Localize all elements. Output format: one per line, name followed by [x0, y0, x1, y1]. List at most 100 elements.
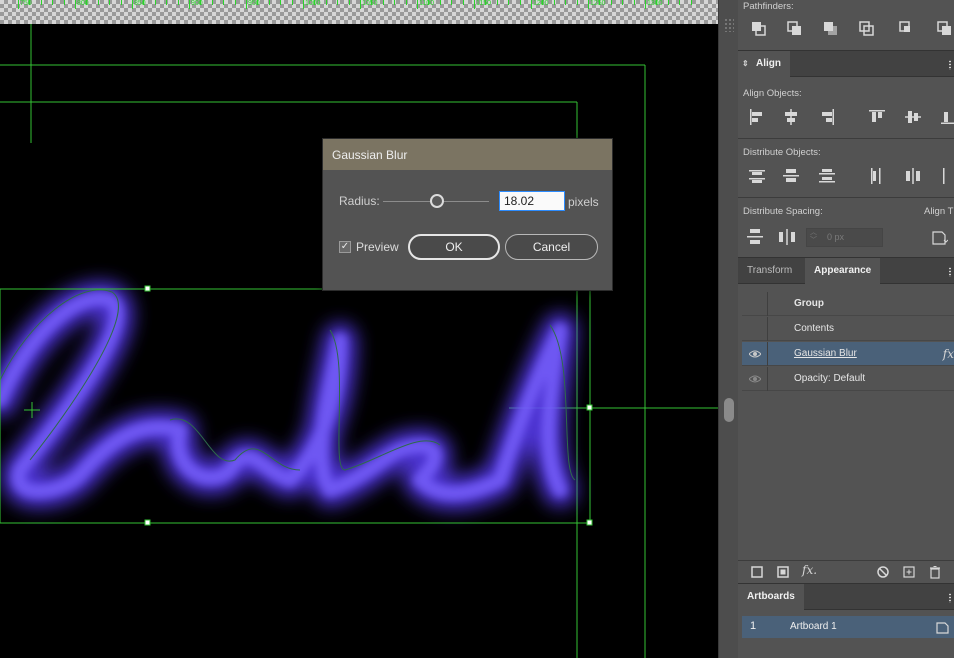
center-point — [24, 402, 40, 418]
distribute-vcenter-icon[interactable] — [782, 167, 800, 185]
distribute-spacing-label: Distribute Spacing: — [743, 206, 823, 217]
align-horizontal-center-icon[interactable] — [782, 108, 800, 126]
ruler-minor-tick — [40, 0, 42, 5]
collapse-arrows-icon[interactable]: ⇕ — [742, 51, 749, 77]
visibility-column — [742, 317, 768, 341]
visibility-toggle[interactable] — [742, 342, 768, 366]
align-vertical-center-icon[interactable] — [904, 108, 922, 126]
ruler-minor-tick — [439, 0, 441, 5]
cancel-button[interactable]: Cancel — [505, 234, 598, 260]
distribute-bottom-icon[interactable] — [818, 167, 836, 185]
right-panel: Pathfinders: ⇕ Align Align Objects: Dist… — [738, 0, 954, 658]
align-to-selection-icon[interactable] — [930, 228, 948, 246]
ruler-minor-tick — [428, 0, 430, 5]
tab-align-label: Align — [756, 58, 781, 69]
artboard-name[interactable]: Artboard 1 — [790, 621, 837, 632]
appearance-row-label[interactable]: Gaussian Blur — [794, 348, 857, 359]
align-to-label: Align T — [924, 206, 954, 217]
add-new-effect-icon[interactable]: fx. — [802, 563, 817, 577]
horizontal-ruler[interactable]: 750 800 850 900 950 1000 1050 1100 1150 1200 1250 1… — [0, 0, 718, 24]
align-left-icon[interactable] — [748, 108, 766, 126]
divider — [738, 560, 954, 561]
ruler-minor-tick — [86, 0, 88, 5]
artboards-menu-icon[interactable] — [948, 593, 952, 603]
tab-transform[interactable]: Transform — [738, 258, 801, 284]
illustrator-window: 750 800 850 900 950 1000 1050 1100 1150 1200 1250 1… — [0, 0, 954, 658]
duplicate-item-icon[interactable] — [900, 563, 918, 581]
distribute-hcenter-icon[interactable] — [904, 167, 922, 185]
ruler-minor-tick — [496, 0, 498, 5]
ruler-minor-tick — [633, 0, 635, 5]
distribute-left-icon[interactable] — [868, 167, 886, 185]
preview-checkbox[interactable]: ✓ — [339, 241, 351, 253]
pathfinder-trim-icon[interactable] — [936, 20, 954, 38]
add-new-stroke-icon[interactable] — [748, 563, 766, 581]
ruler-minor-tick — [154, 0, 156, 5]
ruler-minor-tick — [337, 0, 339, 5]
horizontal-distribute-space-icon[interactable] — [778, 228, 796, 246]
vertical-distribute-space-icon[interactable] — [746, 228, 764, 246]
distribute-top-icon[interactable] — [748, 167, 766, 185]
align-top-icon[interactable] — [868, 108, 886, 126]
tab-align[interactable]: ⇕ Align — [738, 51, 790, 77]
align-objects-icons — [738, 108, 954, 132]
artboard-list-item[interactable]: 1 Artboard 1 — [742, 616, 954, 638]
ruler-minor-tick — [371, 0, 373, 5]
dialog-title[interactable]: Gaussian Blur — [323, 139, 612, 170]
appearance-row-opacity[interactable]: Opacity: Default — [742, 367, 954, 391]
appearance-row-label[interactable]: Opacity: Default — [794, 373, 865, 384]
scroll-handle[interactable] — [724, 398, 734, 422]
ruler-minor-tick — [462, 0, 464, 5]
artboard-options-icon[interactable] — [934, 618, 952, 636]
ruler-minor-tick — [553, 0, 555, 5]
gaussian-blur-dialog[interactable]: Gaussian Blur Radius: pixels ✓ Preview O… — [322, 138, 613, 291]
ruler-minor-tick — [63, 0, 65, 5]
ruler-tick — [18, 0, 19, 9]
artwork-layer[interactable] — [0, 24, 718, 658]
appearance-row-group[interactable]: Group — [742, 292, 954, 316]
appearance-row-contents[interactable]: Contents — [742, 317, 954, 341]
ruler-tick-label: 1150 — [476, 0, 492, 7]
pathfinder-divide-icon[interactable] — [898, 20, 916, 38]
visibility-toggle[interactable] — [742, 367, 768, 391]
spacing-stepper[interactable]: ︿ ﹀ — [808, 229, 819, 246]
ruler-minor-tick — [690, 0, 692, 5]
radius-slider-knob[interactable] — [430, 194, 444, 208]
pathfinder-minus-back-icon[interactable] — [858, 20, 876, 38]
ruler-minor-tick — [325, 0, 327, 5]
grip-dots — [724, 18, 734, 32]
handle-bottom-right — [586, 519, 593, 526]
eye-icon — [749, 375, 761, 383]
ruler-minor-tick — [485, 0, 487, 5]
align-menu-icon[interactable] — [948, 60, 952, 70]
ruler-minor-tick — [348, 0, 350, 5]
fx-icon: fx — [942, 347, 954, 361]
pathfinder-merge-icon[interactable] — [750, 20, 768, 38]
appearance-menu-icon[interactable] — [948, 267, 952, 277]
radius-input[interactable] — [499, 191, 565, 211]
clear-appearance-icon[interactable] — [874, 563, 892, 581]
add-new-fill-icon[interactable] — [774, 563, 792, 581]
ruler-minor-tick — [679, 0, 681, 5]
ruler-minor-tick — [166, 0, 168, 5]
ruler-minor-tick — [508, 0, 510, 5]
pathfinders-label: Pathfinders: — [743, 1, 794, 12]
ok-button[interactable]: OK — [408, 234, 500, 260]
panel-divider-strip[interactable] — [718, 0, 738, 658]
ruler-minor-tick — [120, 0, 122, 5]
tab-appearance[interactable]: Appearance — [805, 258, 881, 284]
pathfinder-crop-icon[interactable] — [786, 20, 804, 38]
preview-label[interactable]: Preview — [356, 240, 399, 254]
tab-artboards[interactable]: Artboards — [738, 584, 804, 610]
ruler-tick — [246, 0, 247, 9]
align-right-icon[interactable] — [818, 108, 836, 126]
ruler-tick — [474, 0, 475, 9]
appearance-row-gaussian-blur[interactable]: Gaussian Blur fx — [742, 342, 954, 366]
artboard-canvas[interactable]: 750 800 850 900 950 1000 1050 1100 1150 1200 1250 1… — [0, 0, 718, 658]
trash-icon[interactable] — [926, 563, 944, 581]
pathfinder-outline-icon[interactable] — [822, 20, 840, 38]
ruler-tick — [531, 0, 532, 9]
distribute-right-icon[interactable] — [940, 167, 954, 185]
align-bottom-icon[interactable] — [940, 108, 954, 126]
divider — [738, 197, 954, 198]
